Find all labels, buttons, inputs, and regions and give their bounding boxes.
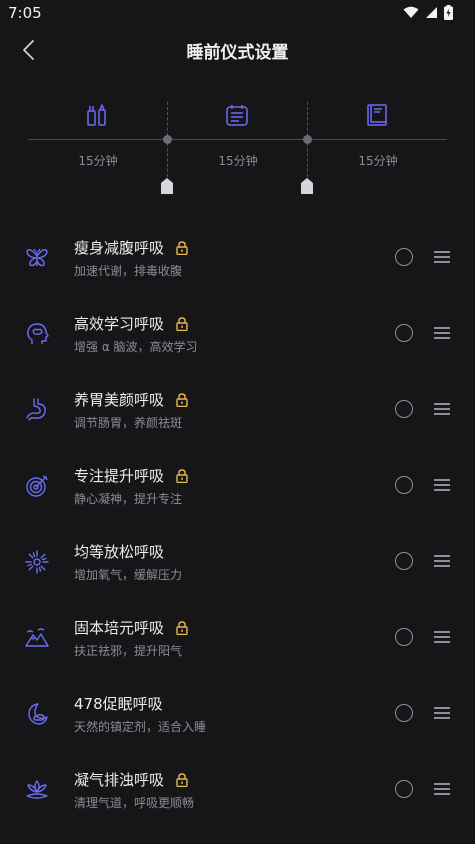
breathing-exercise-list: 瘦身减腹呼吸 加速代谢，排毒收腹 高效学习呼吸 增强 α 脑波，高效学习 养胃美… bbox=[0, 220, 475, 828]
select-radio[interactable] bbox=[395, 628, 413, 646]
head-brain-icon bbox=[27, 323, 49, 344]
ritual-timeline: 15分钟 15分钟 15分钟 bbox=[0, 96, 475, 206]
select-radio[interactable] bbox=[395, 400, 413, 418]
item-subtitle: 清理气道，呼吸更顺畅 bbox=[74, 796, 195, 810]
segment-divider-dot bbox=[163, 135, 172, 144]
segment-divider-dot bbox=[303, 135, 312, 144]
timeline-track bbox=[28, 139, 447, 140]
select-radio[interactable] bbox=[395, 324, 413, 342]
item-title: 478促眠呼吸 bbox=[74, 695, 163, 713]
select-radio[interactable] bbox=[395, 780, 413, 798]
reorder-handle-icon[interactable] bbox=[434, 631, 450, 643]
list-item[interactable]: 瘦身减腹呼吸 加速代谢，排毒收腹 bbox=[0, 220, 475, 296]
item-title: 瘦身减腹呼吸 bbox=[74, 237, 188, 258]
item-subtitle: 静心凝神，提升专注 bbox=[74, 492, 183, 506]
item-subtitle: 扶正祛邪，提升阳气 bbox=[74, 644, 183, 658]
select-radio[interactable] bbox=[395, 476, 413, 494]
divider-drag-handle[interactable] bbox=[161, 178, 173, 194]
item-subtitle: 调节肠胃，养颜祛斑 bbox=[74, 416, 183, 430]
status-icons bbox=[403, 5, 453, 20]
item-title: 高效学习呼吸 bbox=[74, 313, 188, 334]
segment-duration: 15分钟 bbox=[218, 154, 258, 168]
item-subtitle: 增加氧气，缓解压力 bbox=[74, 568, 183, 582]
reorder-handle-icon[interactable] bbox=[434, 479, 450, 491]
lotus-icon bbox=[26, 780, 48, 799]
lock-icon bbox=[176, 773, 188, 787]
book-icon bbox=[367, 104, 387, 126]
lock-icon bbox=[176, 241, 188, 255]
moon-cloud-icon bbox=[28, 703, 48, 725]
status-bar: 7:05 bbox=[0, 0, 475, 28]
list-item[interactable]: 凝气排浊呼吸 清理气道，呼吸更顺畅 bbox=[0, 752, 475, 828]
list-item[interactable]: 固本培元呼吸 扶正祛邪，提升阳气 bbox=[0, 600, 475, 676]
segment-duration: 15分钟 bbox=[78, 154, 118, 168]
reorder-handle-icon[interactable] bbox=[434, 707, 450, 719]
list-item[interactable]: 478促眠呼吸 天然的镇定剂，适合入睡 bbox=[0, 676, 475, 752]
cell-signal-icon bbox=[426, 7, 437, 18]
select-radio[interactable] bbox=[395, 704, 413, 722]
lock-icon bbox=[176, 469, 188, 483]
list-item[interactable]: 高效学习呼吸 增强 α 脑波，高效学习 bbox=[0, 296, 475, 372]
lock-icon bbox=[176, 393, 188, 407]
item-title: 固本培元呼吸 bbox=[74, 617, 188, 638]
lock-icon bbox=[176, 621, 188, 635]
mountain-icon bbox=[25, 628, 49, 647]
select-radio[interactable] bbox=[395, 552, 413, 570]
battery-charging-icon bbox=[444, 5, 453, 20]
toothbrush-cup-icon bbox=[87, 104, 106, 126]
list-item[interactable]: 专注提升呼吸 静心凝神，提升专注 bbox=[0, 448, 475, 524]
reorder-handle-icon[interactable] bbox=[434, 403, 450, 415]
reorder-handle-icon[interactable] bbox=[434, 251, 450, 263]
target-icon bbox=[26, 475, 48, 497]
page-title: 睡前仪式设置 bbox=[186, 43, 289, 63]
bedtime-ritual-settings-screen: 7:05 睡前仪式设置 15分钟 15分钟 15分钟 瘦身减腹呼吸 加速代谢，排… bbox=[0, 0, 475, 844]
item-subtitle: 天然的镇定剂，适合入睡 bbox=[74, 720, 207, 734]
calendar-list-icon bbox=[226, 105, 248, 126]
status-time: 7:05 bbox=[8, 4, 42, 22]
list-item[interactable]: 养胃美颜呼吸 调节肠胃，养颜祛斑 bbox=[0, 372, 475, 448]
select-radio[interactable] bbox=[395, 248, 413, 266]
item-title: 养胃美颜呼吸 bbox=[74, 389, 188, 410]
stomach-icon bbox=[26, 398, 46, 421]
item-subtitle: 加速代谢，排毒收腹 bbox=[74, 264, 183, 278]
divider-drag-handle[interactable] bbox=[301, 178, 313, 194]
butterfly-icon bbox=[26, 248, 48, 267]
segment-duration: 15分钟 bbox=[358, 154, 398, 168]
item-title: 专注提升呼吸 bbox=[74, 465, 188, 486]
item-title: 凝气排浊呼吸 bbox=[74, 769, 188, 790]
lock-icon bbox=[176, 317, 188, 331]
list-item[interactable]: 均等放松呼吸 增加氧气，缓解压力 bbox=[0, 524, 475, 600]
reorder-handle-icon[interactable] bbox=[434, 327, 450, 339]
wifi-icon bbox=[403, 6, 419, 18]
item-title: 均等放松呼吸 bbox=[74, 543, 165, 561]
app-header: 睡前仪式设置 bbox=[0, 28, 475, 72]
item-subtitle: 增强 α 脑波，高效学习 bbox=[74, 340, 198, 354]
reorder-handle-icon[interactable] bbox=[434, 555, 450, 567]
reorder-handle-icon[interactable] bbox=[434, 783, 450, 795]
burst-icon bbox=[25, 550, 49, 574]
